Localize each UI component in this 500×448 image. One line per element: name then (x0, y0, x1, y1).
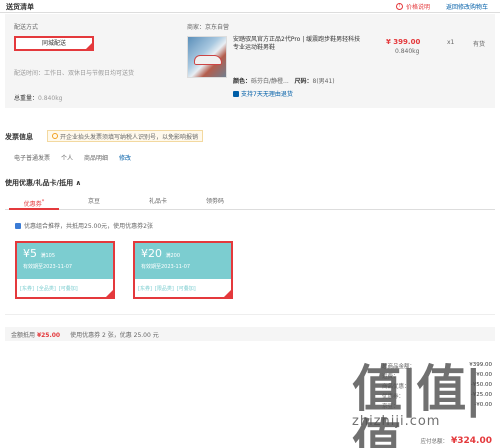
coupon-tabs: 优惠券* 京豆 礼品卡 领劵码 (5, 194, 495, 210)
coupon-tag: [东券] (138, 285, 152, 292)
product-item: 商家：京东自营 安踏驭风官方正品2代Pro | 缓震跑步鞋男轻科技专业运动鞋男鞋… (185, 14, 495, 108)
invoice-title: 发票信息 (5, 133, 33, 141)
coupon-face: ¥20 满200 有效期至2023-11-07 (135, 243, 231, 279)
coupon-expiry: 有效期至2023-11-07 (23, 264, 73, 270)
product-name[interactable]: 安踏驭风官方正品2代Pro | 缓震跑步鞋男轻科技专业运动鞋男鞋 (233, 36, 365, 52)
coupon-amount: ¥20 满200 (141, 247, 225, 260)
total-weight: 总重量：0.840kg (14, 93, 62, 102)
invoice-content: 商品明细 (84, 155, 109, 162)
stock-status: 有货 (473, 41, 486, 48)
selected-corner-icon (106, 290, 113, 297)
coupon-summary-text: 使用优惠券 2 张，优惠 25.00 元 (70, 331, 159, 339)
delivery-section: 配送方式 同城配送 配送时间：工作日、双休日与节假日均可送货 总重量：0.840… (5, 14, 495, 108)
amount-payable: 应付总额： ¥324.00 (420, 436, 492, 446)
coupon-value: 20 (148, 247, 162, 260)
page-title: 送货清单 (6, 3, 34, 11)
summary-amount: ¥25.00 (36, 331, 61, 339)
return-service[interactable]: 支持7天无理由退货 (233, 89, 293, 98)
coupon-condition: 满105 (40, 253, 56, 259)
coupon-tags: [东券] [限品类] [可叠加] (135, 279, 231, 297)
product-price: ¥ 399.00 (386, 38, 421, 46)
total-weight-value: 0.840kg (38, 95, 63, 102)
coupon-recommend-text: 优惠组合推荐，共抵用25.00元，使用优惠券2张 (24, 223, 153, 230)
color-value: 砾芬白/静橙... (251, 78, 289, 85)
payable-label: 应付总额： (420, 439, 448, 445)
summary-label: 金额抵用 (11, 331, 36, 339)
coupon-summary: 金额抵用 ¥25.00 使用优惠券 2 张，优惠 25.00 元 (5, 327, 495, 341)
tab-coupon-code[interactable]: 领劵码 (190, 194, 240, 210)
invoice-holder: 个人 (61, 155, 74, 162)
coupon-tags: [东券] [全品类] [可叠加] (17, 279, 113, 297)
coupon-tag: [可叠加] (58, 285, 78, 292)
product-attributes: 颜色：砾芬白/静橙... 尺码：8(男41) (233, 76, 335, 85)
shoe-image (194, 55, 222, 65)
coupon-condition: 满200 (165, 253, 181, 259)
tab-gift-card[interactable]: 礼品卡 (133, 194, 183, 210)
tab-coupons[interactable]: 优惠券* (9, 194, 59, 210)
product-weight: 0.840kg (395, 48, 420, 55)
delivery-method-button[interactable]: 同城配送 (14, 36, 94, 51)
invoice-type: 电子普通发票 (14, 155, 51, 162)
seller-label: 商家：京东自营 (187, 24, 230, 31)
return-service-label: 支持7天无理由退货 (241, 91, 293, 98)
tab-coupons-badge: * (41, 199, 45, 205)
selected-corner-icon (224, 290, 231, 297)
coupon-currency: ¥ (141, 247, 148, 260)
watermark: 值|值|值 zhizhiji.com (352, 362, 492, 448)
delivery-options: 配送方式 同城配送 配送时间：工作日、双休日与节假日均可送货 总重量：0.840… (5, 14, 175, 108)
coupon-expiry: 有效期至2023-11-07 (141, 264, 191, 270)
coupons-title[interactable]: 使用优惠/礼品卡/抵用 ∧ (5, 178, 81, 188)
color-label: 颜色： (233, 78, 252, 85)
coupon-card[interactable]: ¥20 满200 有效期至2023-11-07 [东券] [限品类] [可叠加] (133, 241, 233, 299)
coupon-summary-label: 金额抵用 ¥25.00 (11, 330, 60, 339)
coupon-tag: [限品类] (154, 285, 174, 292)
tab-coupons-label: 优惠券 (23, 201, 42, 208)
back-to-cart-link[interactable]: 返回修改购物车 (446, 2, 488, 11)
service-icon (233, 90, 239, 97)
size-label: 尺码： (294, 78, 313, 85)
coupon-panel: 优惠组合推荐，共抵用25.00元，使用优惠券2张 ¥5 满105 有效期至202… (5, 211, 495, 315)
warning-icon (52, 133, 58, 139)
invoice-details: 电子普通发票 个人 商品明细 修改 (14, 153, 131, 162)
invoice-edit-link[interactable]: 修改 (119, 153, 131, 162)
coupon-tag: [东券] (20, 285, 34, 292)
coupon-card[interactable]: ¥5 满105 有效期至2023-11-07 [东券] [全品类] [可叠加] (15, 241, 115, 299)
coupon-recommend[interactable]: 优惠组合推荐，共抵用25.00元，使用优惠券2张 (15, 221, 153, 230)
total-weight-label: 总重量： (14, 95, 39, 102)
product-quantity: x1 (447, 39, 455, 46)
page-header: 送货清单 ! 价格说明 返回修改购物车 (0, 0, 500, 13)
coupon-value: 5 (30, 247, 37, 260)
size-value: 8(男41) (312, 78, 335, 85)
watermark-url: zhizhiji.com (352, 414, 441, 429)
product-thumbnail[interactable] (187, 36, 227, 78)
coupon-tag: [可叠加] (176, 285, 196, 292)
payable-value: ¥324.00 (451, 436, 492, 446)
coupon-tag: [全品类] (36, 285, 56, 292)
coupon-currency: ¥ (23, 247, 30, 260)
invoice-tip-text: 开企业抬头发票须填写纳税人识别号，以免影响报销 (60, 133, 199, 141)
checkbox-checked-icon[interactable] (15, 222, 21, 229)
coupon-face: ¥5 满105 有效期至2023-11-07 (17, 243, 113, 279)
info-icon: ! (396, 3, 403, 10)
delivery-method-label: 配送方式 (14, 24, 39, 31)
invoice-tip: 开企业抬头发票须填写纳税人识别号，以免影响报销 (47, 130, 204, 142)
price-note-link[interactable]: ! 价格说明 (396, 2, 430, 11)
coupon-amount: ¥5 满105 (23, 247, 107, 260)
price-note-label: 价格说明 (406, 4, 431, 11)
tab-jingdou[interactable]: 京豆 (69, 194, 119, 210)
delivery-time: 配送时间：工作日、双休日与节假日均可送货 (14, 70, 135, 77)
